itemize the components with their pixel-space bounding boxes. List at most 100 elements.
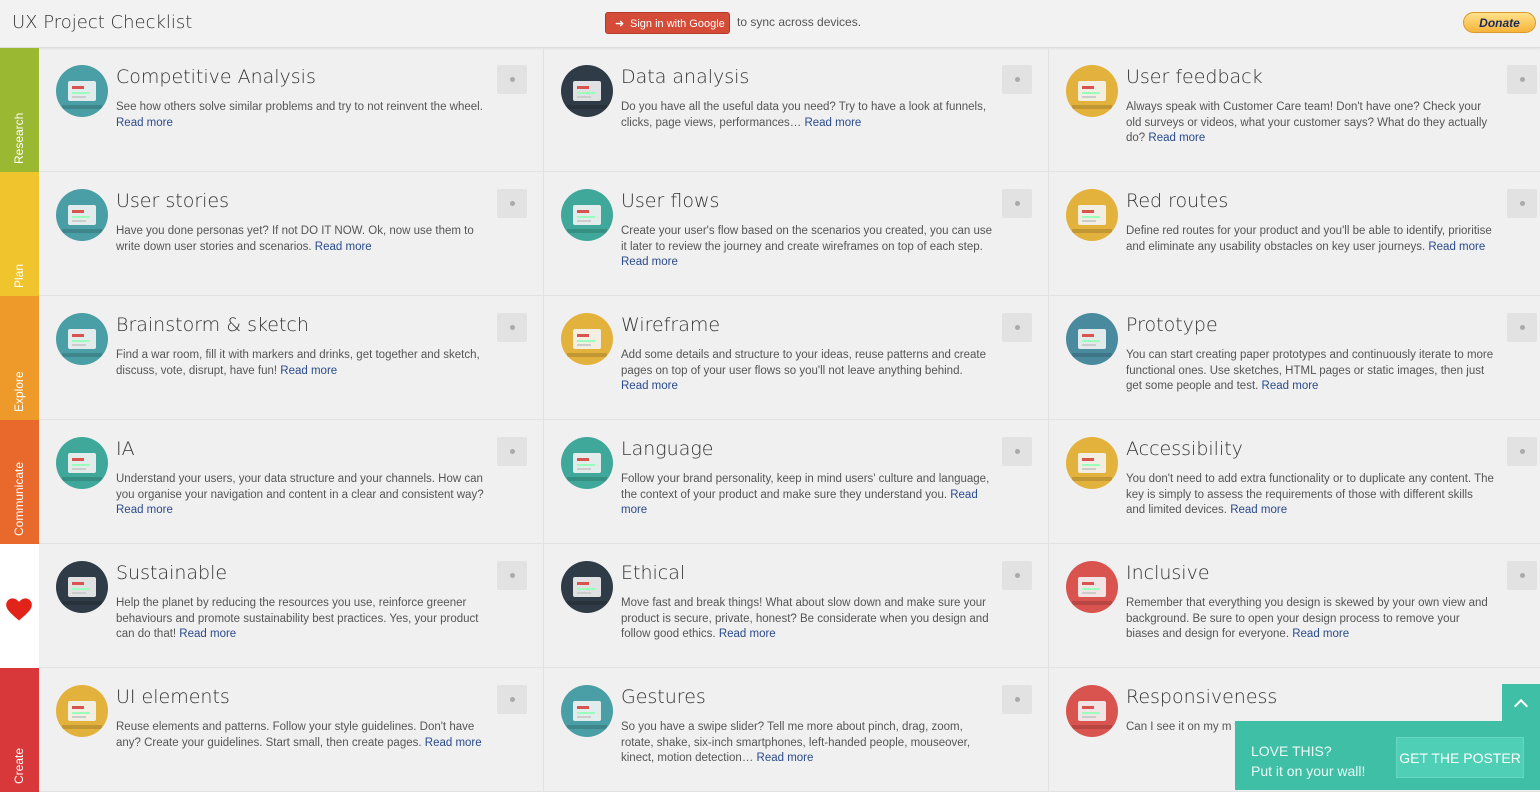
checklist-card: User feedback Always speak with Customer … bbox=[1049, 48, 1540, 172]
read-more-link[interactable]: Read more bbox=[1262, 380, 1319, 392]
complete-checkbox[interactable] bbox=[497, 313, 527, 342]
read-more-link[interactable]: Read more bbox=[1428, 241, 1485, 253]
read-more-link[interactable]: Read more bbox=[1230, 504, 1287, 516]
card-description: Find a war room, fill it with markers an… bbox=[116, 348, 488, 379]
sitemap-icon bbox=[56, 437, 108, 489]
card-title: Data analysis bbox=[621, 66, 750, 88]
checklist-row: Sustainable Help the planet by reducing t… bbox=[0, 544, 1540, 668]
card-title: User feedback bbox=[1126, 66, 1263, 88]
handshake-icon bbox=[1066, 561, 1118, 613]
read-more-link[interactable]: Read more bbox=[804, 117, 861, 129]
checklist-card: UI elements Reuse elements and patterns. … bbox=[39, 668, 544, 792]
card-description: Define red routes for your product and y… bbox=[1126, 224, 1494, 255]
complete-checkbox[interactable] bbox=[1002, 313, 1032, 342]
card-description-text: Add some details and structure to your i… bbox=[621, 349, 987, 377]
card-description-text: Create your user's flow based on the sce… bbox=[621, 225, 993, 253]
top-bar: UX Project Checklist ➜ Sign in with Goog… bbox=[0, 0, 1540, 48]
magnifier-chart-icon bbox=[56, 65, 108, 117]
complete-checkbox[interactable] bbox=[1507, 65, 1537, 94]
pencil-paper-icon bbox=[561, 313, 613, 365]
poster-promo: LOVE THIS? Put it on your wall! GET THE … bbox=[1235, 721, 1540, 790]
complete-checkbox[interactable] bbox=[1002, 189, 1032, 218]
complete-checkbox[interactable] bbox=[1002, 437, 1032, 466]
complete-checkbox[interactable] bbox=[1507, 437, 1537, 466]
read-more-link[interactable]: Read more bbox=[1148, 132, 1205, 144]
complete-checkbox[interactable] bbox=[1507, 561, 1537, 590]
read-more-link[interactable]: Read more bbox=[719, 628, 776, 640]
card-description: Have you done personas yet? If not DO IT… bbox=[116, 224, 488, 255]
card-title: Wireframe bbox=[621, 314, 721, 336]
card-description: So you have a swipe slider? Tell me more… bbox=[621, 720, 993, 767]
checklist-card: User stories Have you done personas yet? … bbox=[39, 172, 544, 296]
card-description: Move fast and break things! What about s… bbox=[621, 596, 993, 643]
form-icon bbox=[56, 685, 108, 737]
donate-button[interactable]: Donate bbox=[1463, 12, 1536, 33]
read-more-link[interactable]: Read more bbox=[757, 752, 814, 764]
id-card-icon bbox=[56, 189, 108, 241]
complete-checkbox[interactable] bbox=[1002, 685, 1032, 714]
card-description-text: Reuse elements and patterns. Follow your… bbox=[116, 721, 475, 749]
poster-toggle-chevron-up-icon[interactable] bbox=[1502, 684, 1540, 721]
card-title: Responsiveness bbox=[1126, 686, 1278, 708]
read-more-link[interactable]: Read more bbox=[116, 504, 173, 516]
checklist-card: Gestures So you have a swipe slider? Tell… bbox=[544, 668, 1049, 792]
complete-checkbox[interactable] bbox=[497, 65, 527, 94]
read-more-link[interactable]: Read more bbox=[280, 365, 337, 377]
sign-in-label: Sign in with Google bbox=[630, 18, 725, 30]
gears-icon bbox=[1066, 313, 1118, 365]
first-aid-kit-icon bbox=[561, 561, 613, 613]
checklist-card: Sustainable Help the planet by reducing t… bbox=[39, 544, 544, 668]
plant-icon bbox=[56, 561, 108, 613]
card-title: Gestures bbox=[621, 686, 706, 708]
poster-text: LOVE THIS? Put it on your wall! bbox=[1251, 741, 1365, 781]
card-description-text: Understand your users, your data structu… bbox=[116, 473, 484, 501]
card-description: Always speak with Customer Care team! Do… bbox=[1126, 100, 1494, 147]
complete-checkbox[interactable] bbox=[1507, 313, 1537, 342]
card-description-text: Follow your brand personality, keep in m… bbox=[621, 473, 990, 501]
sync-text: to sync across devices. bbox=[737, 15, 862, 29]
card-description: Do you have all the useful data you need… bbox=[621, 100, 993, 131]
read-more-link[interactable]: Read more bbox=[1292, 628, 1349, 640]
checklist-row: Explore Brainstorm & sketch Find a war roo… bbox=[0, 296, 1540, 420]
category-label: Plan bbox=[12, 263, 26, 288]
sign-in-google-button[interactable]: ➜ Sign in with Google bbox=[605, 12, 730, 34]
monitor-graph-icon bbox=[561, 65, 613, 117]
read-more-link[interactable]: Read more bbox=[179, 628, 236, 640]
card-description: Understand your users, your data structu… bbox=[116, 472, 488, 519]
read-more-link[interactable]: Read more bbox=[621, 256, 678, 268]
complete-checkbox[interactable] bbox=[1002, 65, 1032, 94]
complete-checkbox[interactable] bbox=[497, 437, 527, 466]
complete-checkbox[interactable] bbox=[1002, 561, 1032, 590]
read-more-link[interactable]: Read more bbox=[425, 737, 482, 749]
read-more-link[interactable]: Read more bbox=[116, 117, 173, 129]
complete-checkbox[interactable] bbox=[497, 685, 527, 714]
get-poster-button[interactable]: GET THE POSTER bbox=[1396, 737, 1524, 778]
complete-checkbox[interactable] bbox=[497, 189, 527, 218]
category-strip: Research bbox=[0, 48, 39, 172]
read-more-link[interactable]: Read more bbox=[621, 380, 678, 392]
card-title: UI elements bbox=[116, 686, 230, 708]
checklist-card: Ethical Move fast and break things! What … bbox=[544, 544, 1049, 668]
smartphone-icon bbox=[561, 685, 613, 737]
checklist-row: Research Competitive Analysis See how othe… bbox=[0, 48, 1540, 172]
card-description: See how others solve similar problems an… bbox=[116, 100, 488, 131]
category-strip: Explore bbox=[0, 296, 39, 420]
card-description-text: You don't need to add extra functionalit… bbox=[1126, 473, 1494, 516]
card-title: Sustainable bbox=[116, 562, 228, 584]
card-description: Follow your brand personality, keep in m… bbox=[621, 472, 993, 519]
card-description: You don't need to add extra functionalit… bbox=[1126, 472, 1494, 519]
browser-window-icon bbox=[1066, 189, 1118, 241]
category-strip: Plan bbox=[0, 172, 39, 296]
card-description-text: Have you done personas yet? If not DO IT… bbox=[116, 225, 474, 253]
flow-notes-icon bbox=[561, 189, 613, 241]
complete-checkbox[interactable] bbox=[497, 561, 527, 590]
checklist-card: Accessibility You don't need to add extra… bbox=[1049, 420, 1540, 544]
card-title: Inclusive bbox=[1126, 562, 1210, 584]
checklist-card: Brainstorm & sketch Find a war room, fill… bbox=[39, 296, 544, 420]
read-more-link[interactable]: Read more bbox=[315, 241, 372, 253]
checklist-card: Prototype You can start creating paper pr… bbox=[1049, 296, 1540, 420]
card-description: Help the planet by reducing the resource… bbox=[116, 596, 488, 643]
card-description: Reuse elements and patterns. Follow your… bbox=[116, 720, 488, 751]
card-title: Competitive Analysis bbox=[116, 66, 316, 88]
complete-checkbox[interactable] bbox=[1507, 189, 1537, 218]
